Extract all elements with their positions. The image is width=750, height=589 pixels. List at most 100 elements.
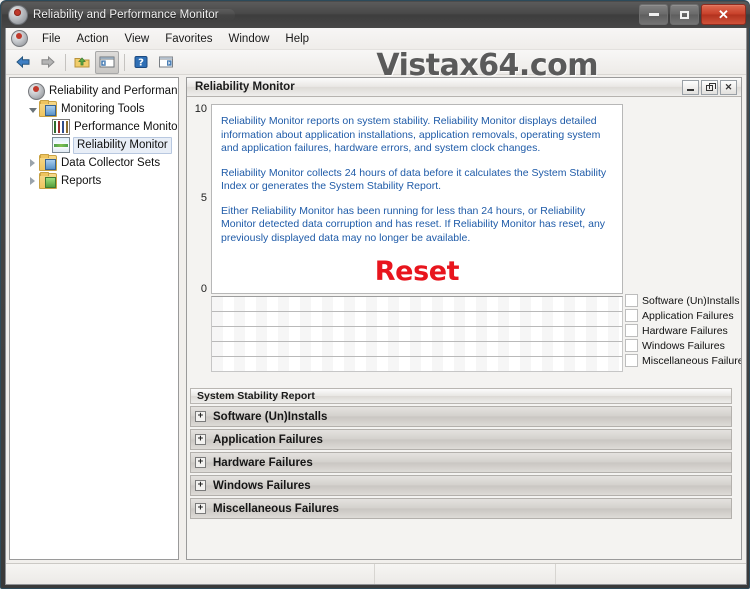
- app-globe-icon: [8, 5, 28, 25]
- globe-icon: [28, 83, 45, 100]
- system-stability-report: System Stability Report + Software (Un)I…: [190, 388, 732, 519]
- legend-item-miscellaneous-failures: Miscellaneous Failures: [625, 353, 741, 368]
- legend-label: Miscellaneous Failures: [642, 355, 742, 367]
- legend-label: Windows Failures: [642, 340, 725, 352]
- expand-icon[interactable]: +: [195, 411, 206, 422]
- report-row-software-uninstalls[interactable]: + Software (Un)Installs: [190, 406, 732, 427]
- pane-splitter[interactable]: [180, 77, 185, 560]
- properties-button[interactable]: [154, 51, 178, 74]
- menu-item-view[interactable]: View: [117, 31, 158, 47]
- tree-item-reports[interactable]: Reports: [13, 172, 178, 190]
- legend-swatch-icon: [625, 309, 638, 322]
- expand-icon[interactable]: +: [195, 480, 206, 491]
- back-icon: [15, 55, 31, 69]
- menu-item-file[interactable]: File: [34, 31, 69, 47]
- folder-blue-icon: [39, 101, 57, 117]
- menu-item-favorites[interactable]: Favorites: [157, 31, 220, 47]
- legend-label: Application Failures: [642, 310, 734, 322]
- legend-label: Software (Un)Installs: [642, 295, 739, 307]
- close-button[interactable]: ✕: [701, 4, 746, 25]
- y-tick-label: 0: [201, 283, 207, 295]
- maximize-icon: [680, 11, 689, 19]
- console-tree: Reliability and Performance Monitoring T…: [10, 78, 178, 190]
- tree-item-monitoring-tools[interactable]: Monitoring Tools: [13, 100, 178, 118]
- chart-event-grid: [211, 296, 623, 372]
- menu-item-window[interactable]: Window: [221, 31, 278, 47]
- mdi-restore-button[interactable]: [701, 80, 718, 95]
- twisty-collapsed-icon[interactable]: [26, 175, 39, 188]
- menu-item-help[interactable]: Help: [277, 31, 317, 47]
- menu-item-action[interactable]: Action: [69, 31, 117, 47]
- help-button[interactable]: ?: [129, 51, 153, 74]
- tree-item-label: Data Collector Sets: [61, 156, 160, 171]
- minimize-icon: [649, 13, 659, 16]
- chart-plot-area: Reliability Monitor reports on system st…: [211, 104, 623, 294]
- statusbar-cell-tertiary: [556, 564, 746, 584]
- twisty-placeholder: [15, 85, 28, 98]
- tree-item-label: Performance Monitor: [74, 120, 179, 135]
- close-icon: ✕: [725, 83, 733, 92]
- window-title: Reliability and Performance Monitor: [33, 9, 235, 21]
- grid-line: [212, 356, 622, 357]
- legend-swatch-icon: [625, 324, 638, 337]
- report-header: System Stability Report: [190, 388, 732, 404]
- tree-item-performance-monitor[interactable]: Performance Monitor: [13, 118, 178, 136]
- back-button[interactable]: [11, 51, 35, 74]
- reset-overlay-label: Reset: [212, 256, 622, 287]
- reliability-icon: [52, 137, 70, 153]
- toolbar-separator-2: [124, 54, 125, 71]
- tree-item-reliability-monitor[interactable]: Reliability Monitor: [13, 136, 178, 154]
- twisty-collapsed-icon[interactable]: [26, 157, 39, 170]
- grid-line: [212, 311, 622, 312]
- report-row-label: Application Failures: [213, 434, 323, 446]
- chart-annotation: Reliability Monitor reports on system st…: [221, 115, 613, 156]
- report-row-windows-failures[interactable]: + Windows Failures: [190, 475, 732, 496]
- statusbar: [6, 563, 746, 584]
- titlebar[interactable]: Reliability and Performance Monitor ✕: [2, 2, 750, 28]
- folder-blue-icon: [39, 155, 57, 171]
- report-row-miscellaneous-failures[interactable]: + Miscellaneous Failures: [190, 498, 732, 519]
- y-tick-label: 10: [195, 103, 207, 115]
- maximize-button[interactable]: [670, 4, 699, 25]
- report-row-application-failures[interactable]: + Application Failures: [190, 429, 732, 450]
- expand-icon[interactable]: +: [195, 457, 206, 468]
- expand-icon[interactable]: +: [195, 503, 206, 514]
- help-icon: ?: [133, 55, 149, 69]
- legend-item-windows-failures: Windows Failures: [625, 338, 741, 353]
- folder-green-icon: [39, 173, 57, 189]
- legend-item-application-failures: Application Failures: [625, 308, 741, 323]
- tree-item-label: Reliability Monitor: [73, 137, 172, 154]
- forward-button[interactable]: [36, 51, 60, 74]
- mdi-close-button[interactable]: ✕: [720, 80, 737, 95]
- statusbar-cell-message: [6, 564, 375, 584]
- tree-item-data-collector-sets[interactable]: Data Collector Sets: [13, 154, 178, 172]
- twisty-expanded-icon[interactable]: [26, 103, 39, 116]
- forward-icon: [40, 55, 56, 69]
- up-one-level-button[interactable]: [70, 51, 94, 74]
- expand-icon[interactable]: +: [195, 434, 206, 445]
- tree-item-label: Reliability and Performance: [49, 84, 179, 99]
- report-row-label: Software (Un)Installs: [213, 411, 327, 423]
- chart-annotation: Reliability Monitor collects 24 hours of…: [221, 167, 613, 194]
- pane-header: Reliability Monitor ✕: [187, 78, 741, 97]
- legend-label: Hardware Failures: [642, 325, 728, 337]
- report-header-label: System Stability Report: [197, 390, 315, 402]
- toolbar-separator-1: [65, 54, 66, 71]
- up-folder-icon: [74, 55, 90, 69]
- chart-annotation: Either Reliability Monitor has been runn…: [221, 205, 613, 246]
- tree-item-label: Monitoring Tools: [61, 102, 145, 117]
- restore-icon: [706, 85, 713, 91]
- legend-item-software-uninstalls: Software (Un)Installs: [625, 293, 741, 308]
- show-hide-console-tree-icon: [99, 55, 115, 69]
- pane-title: Reliability Monitor: [195, 81, 295, 93]
- report-row-hardware-failures[interactable]: + Hardware Failures: [190, 452, 732, 473]
- mdi-minimize-button[interactable]: [682, 80, 699, 95]
- tree-item-reliability-and-performance[interactable]: Reliability and Performance: [13, 82, 178, 100]
- toolbar: ?: [6, 50, 746, 75]
- tree-item-label: Reports: [61, 174, 101, 189]
- minimize-button[interactable]: [639, 4, 668, 25]
- client-area: File Action View Favorites Window Help: [5, 28, 747, 585]
- legend-swatch-icon: [625, 354, 638, 367]
- panes-container: Reliability and Performance Monitoring T…: [6, 75, 746, 564]
- show-hide-console-tree-button[interactable]: [95, 51, 119, 74]
